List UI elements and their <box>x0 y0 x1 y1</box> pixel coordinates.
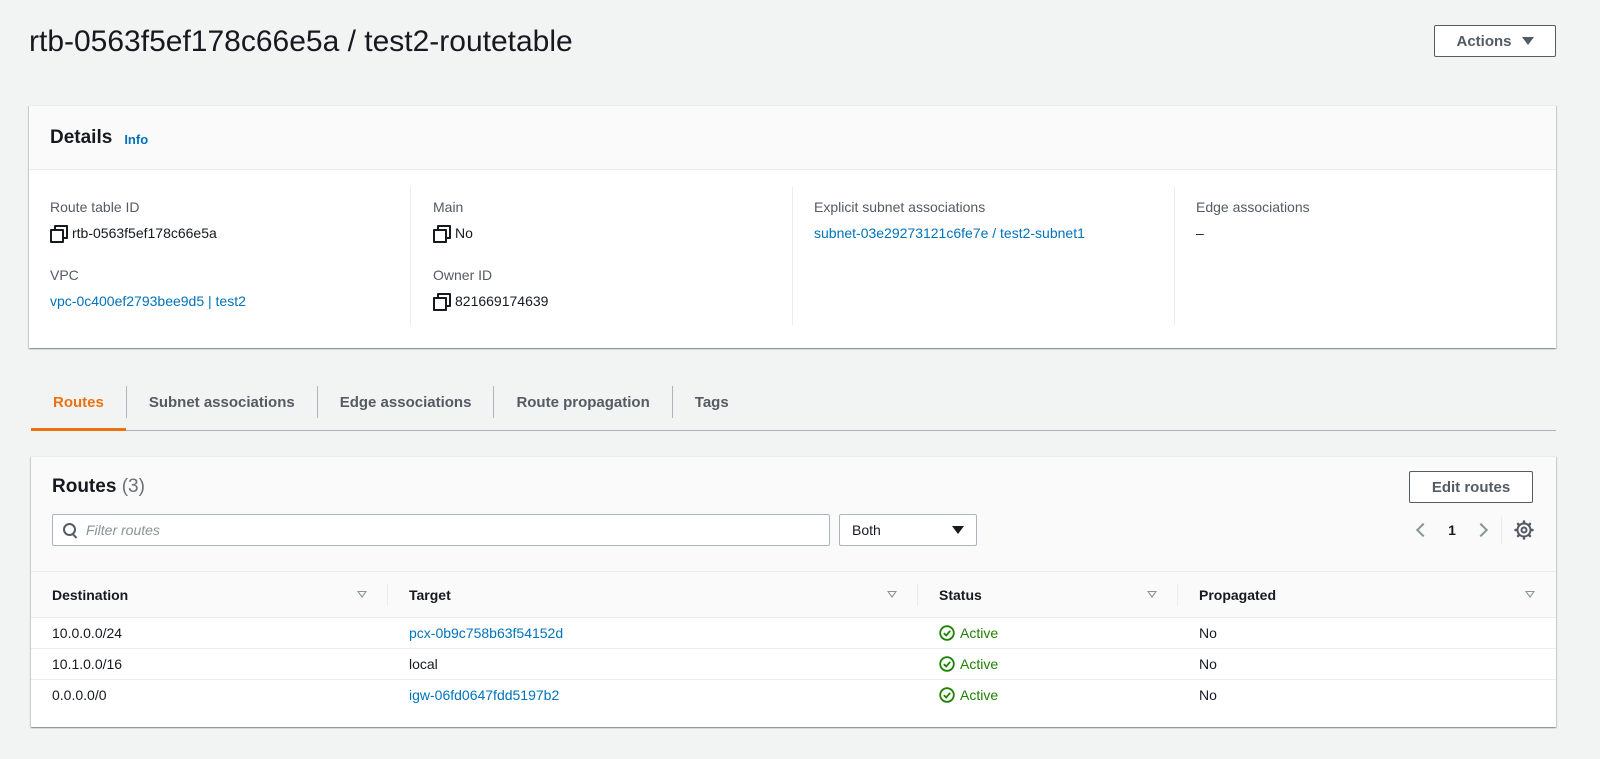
tab-edge-associations[interactable]: Edge associations <box>318 375 494 430</box>
column-header-label: Status <box>939 586 982 603</box>
routes-title: Routes (3) <box>52 476 145 498</box>
table-row: 0.0.0.0/0 igw-06fd0647fdd5197b2 Active N… <box>31 680 1556 711</box>
owner-id-field: Owner ID 821669174639 <box>433 265 548 311</box>
cell-propagated: No <box>1178 648 1556 680</box>
filter-box <box>52 514 830 546</box>
propagation-filter-select[interactable]: Both <box>839 514 977 546</box>
routes-title-text: Routes <box>52 476 117 497</box>
main-label: Main <box>433 199 464 215</box>
details-column-2: Main No Owner ID 821669174639 <box>410 187 792 325</box>
edge-associations-label: Edge associations <box>1196 199 1310 215</box>
sort-icon[interactable] <box>887 591 897 598</box>
copy-icon[interactable] <box>50 225 68 243</box>
cell-propagated: No <box>1199 687 1217 704</box>
vpc-label: VPC <box>50 267 79 283</box>
cell-target: local <box>388 648 918 680</box>
pager-divider <box>1501 516 1502 544</box>
owner-id-label: Owner ID <box>433 267 493 283</box>
status-badge: Active <box>939 656 1157 672</box>
explicit-subnet-link[interactable]: subnet-03e29273121c6fe7e / test2-subnet1 <box>814 223 1085 243</box>
details-column-3: Explicit subnet associations subnet-03e2… <box>792 187 1174 325</box>
tab-tags[interactable]: Tags <box>673 375 751 430</box>
tab-routes[interactable]: Routes <box>31 375 126 431</box>
tab-route-propagation[interactable]: Route propagation <box>494 375 671 430</box>
chevron-right-icon <box>1473 522 1489 538</box>
details-title: Details <box>50 126 113 148</box>
page-number[interactable]: 1 <box>1433 522 1471 538</box>
explicit-subnet-field: Explicit subnet associations subnet-03e2… <box>814 197 1085 243</box>
info-link[interactable]: Info <box>124 132 148 147</box>
details-body: Route table ID rtb-0563f5ef178c66e5a VPC… <box>29 170 1556 348</box>
route-table-id-label: Route table ID <box>50 199 140 215</box>
sort-icon[interactable] <box>1525 591 1535 598</box>
vpc-link[interactable]: vpc-0c400ef2793bee9d5 | test2 <box>50 291 246 311</box>
check-circle-icon <box>939 687 955 703</box>
search-icon <box>63 522 78 538</box>
column-header-target[interactable]: Target <box>388 571 918 618</box>
tabs: Routes Subnet associations Edge associat… <box>31 375 1556 431</box>
column-header-status[interactable]: Status <box>918 571 1178 618</box>
gear-icon[interactable] <box>1514 520 1534 540</box>
route-table-id-field: Route table ID rtb-0563f5ef178c66e5a <box>50 197 217 243</box>
status-text: Active <box>960 656 999 672</box>
edge-associations-field: Edge associations – <box>1196 197 1310 243</box>
table-row: 10.1.0.0/16 local Active No <box>31 648 1556 680</box>
copy-icon[interactable] <box>433 225 451 243</box>
routes-header: Routes (3) Edit routes Both 1 <box>31 457 1556 583</box>
table-row: 10.0.0.0/24 pcx-0b9c758b63f54152d Active… <box>31 617 1556 649</box>
chevron-left-icon <box>1415 522 1431 538</box>
cell-destination: 10.0.0.0/24 <box>31 617 388 649</box>
status-text: Active <box>960 625 999 641</box>
details-column-1: Route table ID rtb-0563f5ef178c66e5a VPC… <box>50 187 402 325</box>
next-page-button[interactable] <box>1471 514 1495 546</box>
cell-destination: 10.1.0.0/16 <box>31 648 388 680</box>
status-text: Active <box>960 687 999 704</box>
tab-subnet-associations[interactable]: Subnet associations <box>127 375 317 430</box>
explicit-subnet-label: Explicit subnet associations <box>814 199 986 215</box>
details-header: Details Info <box>29 106 1556 170</box>
status-badge: Active <box>939 625 1157 641</box>
routes-table: Destination Target Status Propagated 10.… <box>31 571 1556 711</box>
cell-destination: 0.0.0.0/0 <box>52 687 107 704</box>
select-value: Both <box>852 522 881 538</box>
sort-icon[interactable] <box>357 591 367 598</box>
target-link[interactable]: pcx-0b9c758b63f54152d <box>409 625 563 641</box>
pagination: 1 <box>1409 514 1534 546</box>
target-link[interactable]: igw-06fd0647fdd5197b2 <box>409 687 559 703</box>
copy-icon[interactable] <box>433 293 451 311</box>
check-circle-icon <box>939 656 955 672</box>
routes-panel: Routes (3) Edit routes Both 1 <box>31 456 1556 727</box>
details-panel: Details Info Route table ID rtb-0563f5ef… <box>29 105 1556 348</box>
column-header-label: Target <box>409 586 451 603</box>
main-value: No <box>455 225 473 241</box>
main-field: Main No <box>433 197 473 243</box>
column-header-destination[interactable]: Destination <box>31 571 388 618</box>
routes-count: (3) <box>121 476 145 497</box>
route-table-id-value: rtb-0563f5ef178c66e5a <box>72 225 217 241</box>
caret-down-icon <box>952 526 964 534</box>
edit-routes-button[interactable]: Edit routes <box>1409 471 1533 503</box>
owner-id-value: 821669174639 <box>455 293 549 309</box>
page-title: rtb-0563f5ef178c66e5a / test2-routetable <box>29 25 573 58</box>
actions-button[interactable]: Actions <box>1434 25 1556 57</box>
details-column-4: Edge associations – <box>1174 187 1534 325</box>
caret-down-icon <box>1521 37 1534 45</box>
table-header-row: Destination Target Status Propagated <box>31 571 1556 618</box>
actions-label: Actions <box>1456 32 1512 50</box>
status-badge: Active <box>939 687 1157 703</box>
vpc-field: VPC vpc-0c400ef2793bee9d5 | test2 <box>50 265 246 311</box>
filter-routes-input[interactable] <box>86 522 786 538</box>
column-header-label: Destination <box>52 586 129 603</box>
page-header: rtb-0563f5ef178c66e5a / test2-routetable… <box>29 18 1600 66</box>
column-header-propagated[interactable]: Propagated <box>1178 571 1556 618</box>
cell-propagated: No <box>1178 617 1556 649</box>
check-circle-icon <box>939 625 955 641</box>
previous-page-button[interactable] <box>1409 514 1433 546</box>
sort-icon[interactable] <box>1147 591 1157 598</box>
column-header-label: Propagated <box>1199 586 1277 603</box>
edge-associations-value: – <box>1196 225 1204 241</box>
